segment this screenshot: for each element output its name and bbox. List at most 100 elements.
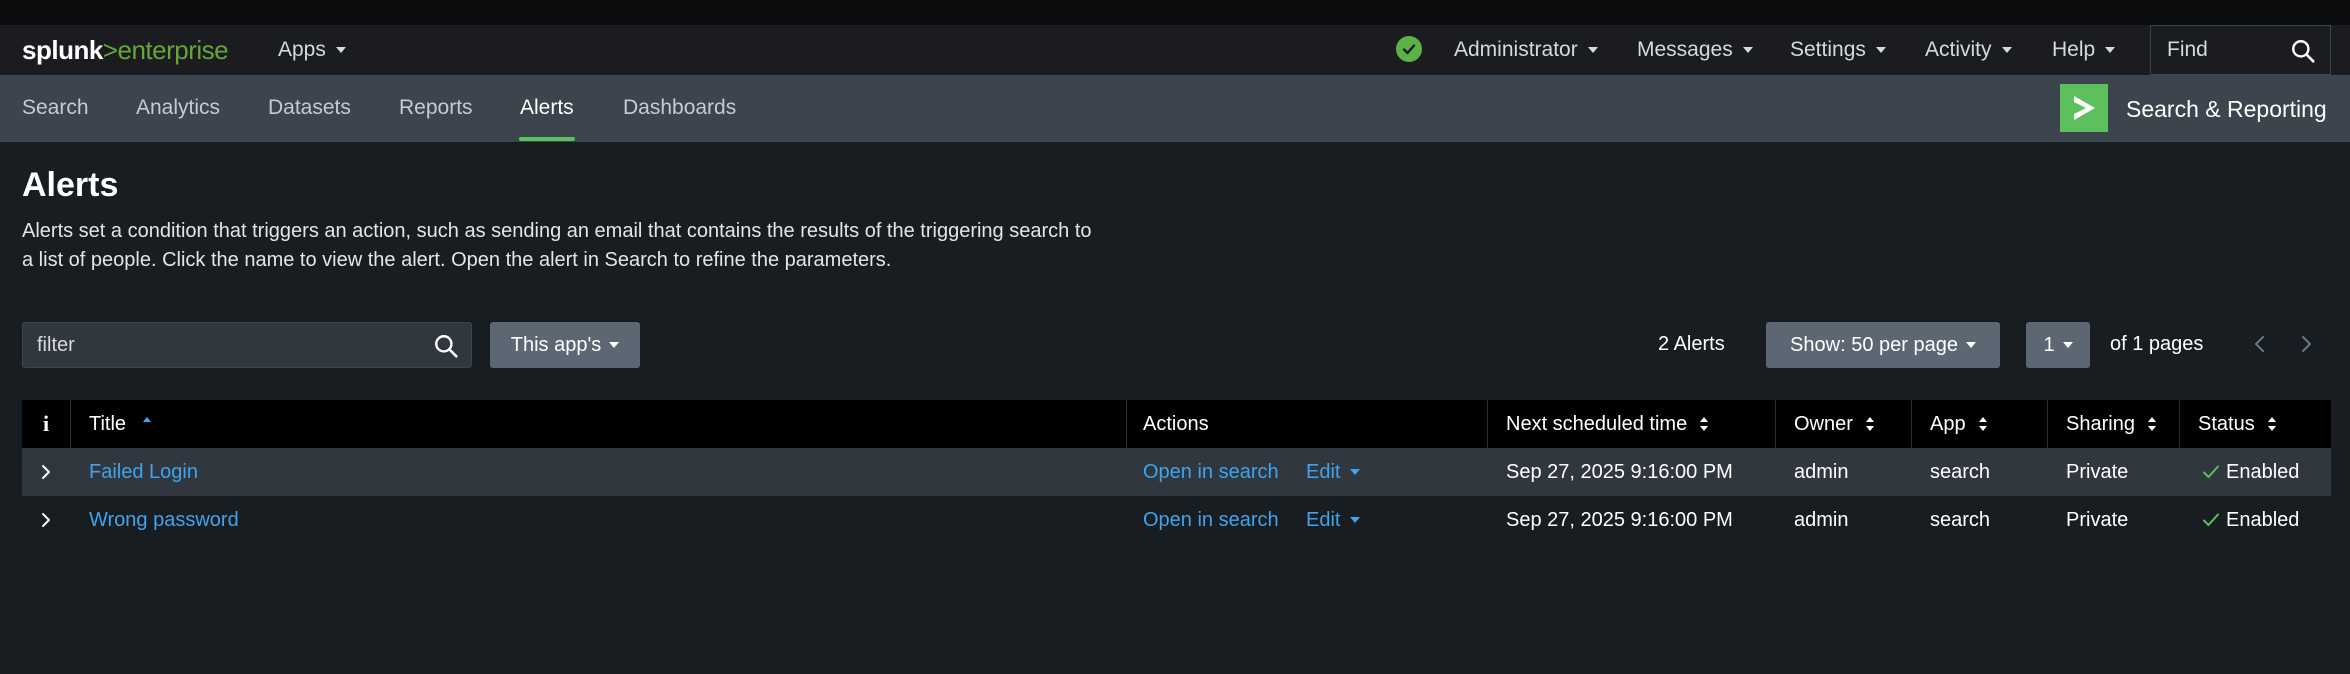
column-divider xyxy=(2179,400,2180,448)
table-row: Wrong password Open in search Edit Sep 2… xyxy=(22,496,2331,544)
tab-dashboards[interactable]: Dashboards xyxy=(623,96,736,120)
app-cell: search xyxy=(1930,460,1991,483)
apps-menu[interactable]: Apps xyxy=(278,38,346,62)
tab-reports[interactable]: Reports xyxy=(399,96,473,120)
per-page-dropdown[interactable]: Show: 50 per page xyxy=(1766,322,2000,368)
status-cell[interactable]: Enabled xyxy=(2202,448,2299,496)
page-title: Alerts xyxy=(22,166,119,204)
page-number-label: 1 xyxy=(2043,333,2055,356)
expand-row-toggle[interactable] xyxy=(39,448,53,496)
column-divider xyxy=(1126,400,1127,448)
tab-analytics[interactable]: Analytics xyxy=(136,96,220,120)
owner-cell: admin xyxy=(1794,460,1849,483)
find-input[interactable] xyxy=(2151,38,2281,62)
app-name[interactable]: Search & Reporting xyxy=(2126,96,2327,123)
chevron-right-icon xyxy=(42,465,50,479)
prev-page-icon[interactable] xyxy=(2250,333,2270,355)
tab-alerts[interactable]: Alerts xyxy=(520,96,574,120)
sort-icon xyxy=(1978,417,1987,431)
top-strip xyxy=(0,0,2350,25)
edit-label: Edit xyxy=(1306,460,1341,483)
caret-down-icon xyxy=(2001,47,2012,53)
caret-down-icon xyxy=(1587,47,1598,53)
per-page-label: Show: 50 per page xyxy=(1790,333,1958,356)
alerts-table: i Title Actions Next scheduled time Owne… xyxy=(22,400,2331,544)
app-nav-bar: Search Analytics Datasets Reports Alerts… xyxy=(0,75,2350,142)
next-page-icon[interactable] xyxy=(2296,333,2316,355)
menu-help[interactable]: Help xyxy=(2052,38,2116,62)
search-icon[interactable] xyxy=(433,333,459,359)
page-number-dropdown[interactable]: 1 xyxy=(2026,322,2090,368)
app-bar: splunk>enterprise Apps Administrator Mes… xyxy=(0,25,2350,75)
app-scope-dropdown[interactable]: This app's xyxy=(490,322,640,368)
menu-messages-label: Messages xyxy=(1637,38,1733,61)
sort-icon xyxy=(2267,417,2276,431)
status-header-label: Status xyxy=(2198,412,2255,435)
edit-label: Edit xyxy=(1306,508,1341,531)
chevron-right-icon xyxy=(2074,96,2095,120)
menu-activity-label: Activity xyxy=(1925,38,1992,61)
app-icon[interactable] xyxy=(2060,84,2108,132)
menu-settings[interactable]: Settings xyxy=(1790,38,1886,62)
active-tab-indicator xyxy=(519,137,575,141)
column-divider xyxy=(1911,400,1912,448)
menu-messages[interactable]: Messages xyxy=(1637,38,1753,62)
sharing-column-header[interactable]: Sharing xyxy=(2066,400,2157,448)
alert-title-link[interactable]: Wrong password xyxy=(89,496,239,544)
page-description: Alerts set a condition that triggers an … xyxy=(22,220,1092,271)
sort-ascending-icon xyxy=(143,417,152,422)
caret-down-icon xyxy=(1875,47,1886,53)
app-column-header[interactable]: App xyxy=(1930,400,1988,448)
caret-down-icon xyxy=(2105,47,2116,53)
next-scheduled-cell: Sep 27, 2025 9:16:00 PM xyxy=(1506,508,1733,531)
sharing-cell[interactable]: Private xyxy=(2066,448,2128,496)
open-in-search-link[interactable]: Open in search xyxy=(1143,448,1279,496)
splunk-logo[interactable]: splunk>enterprise xyxy=(22,35,229,66)
status-label: Enabled xyxy=(2226,508,2300,531)
filter-box xyxy=(22,322,472,368)
status-cell[interactable]: Enabled xyxy=(2202,496,2299,544)
edit-dropdown[interactable]: Edit xyxy=(1306,448,1361,496)
table-row: Failed Login Open in search Edit Sep 27,… xyxy=(22,448,2331,496)
actions-column-header: Actions xyxy=(1143,412,1209,435)
sharing-cell[interactable]: Private xyxy=(2066,496,2128,544)
health-status-icon[interactable] xyxy=(1396,36,1422,62)
column-divider xyxy=(70,400,71,448)
logo-text-enterprise: >enterprise xyxy=(102,35,229,65)
column-divider xyxy=(1487,400,1488,448)
search-icon[interactable] xyxy=(2290,38,2316,64)
sort-icon xyxy=(1700,417,1709,431)
menu-activity[interactable]: Activity xyxy=(1925,38,2012,62)
next-scheduled-header-label: Next scheduled time xyxy=(1506,412,1688,435)
alert-title-link[interactable]: Failed Login xyxy=(89,448,198,496)
check-icon xyxy=(2203,513,2219,526)
next-scheduled-cell: Sep 27, 2025 9:16:00 PM xyxy=(1506,460,1733,483)
app-cell: search xyxy=(1930,508,1991,531)
open-in-search-link[interactable]: Open in search xyxy=(1143,496,1279,544)
filter-input[interactable] xyxy=(23,333,403,357)
check-icon xyxy=(2203,465,2219,478)
status-column-header[interactable]: Status xyxy=(2198,400,2277,448)
caret-down-icon xyxy=(609,342,620,348)
sort-icon xyxy=(1865,417,1874,431)
next-scheduled-column-header[interactable]: Next scheduled time xyxy=(1506,400,1709,448)
check-icon xyxy=(1402,44,1416,55)
title-column-header[interactable]: Title xyxy=(89,400,152,448)
owner-column-header[interactable]: Owner xyxy=(1794,400,1875,448)
title-header-label: Title xyxy=(89,412,127,435)
sort-icon xyxy=(2147,417,2156,431)
caret-down-icon xyxy=(2062,342,2073,348)
caret-down-icon xyxy=(1742,47,1753,53)
menu-administrator-label: Administrator xyxy=(1454,38,1578,61)
menu-administrator[interactable]: Administrator xyxy=(1454,38,1598,62)
find-box xyxy=(2150,25,2331,75)
owner-header-label: Owner xyxy=(1794,412,1853,435)
expand-row-toggle[interactable] xyxy=(39,496,53,544)
caret-down-icon xyxy=(1350,517,1361,523)
owner-cell: admin xyxy=(1794,508,1849,531)
apps-menu-label: Apps xyxy=(278,38,326,61)
edit-dropdown[interactable]: Edit xyxy=(1306,496,1361,544)
tab-datasets[interactable]: Datasets xyxy=(268,96,351,120)
tab-search[interactable]: Search xyxy=(22,96,89,120)
logo-text-splunk: splunk xyxy=(22,35,103,65)
